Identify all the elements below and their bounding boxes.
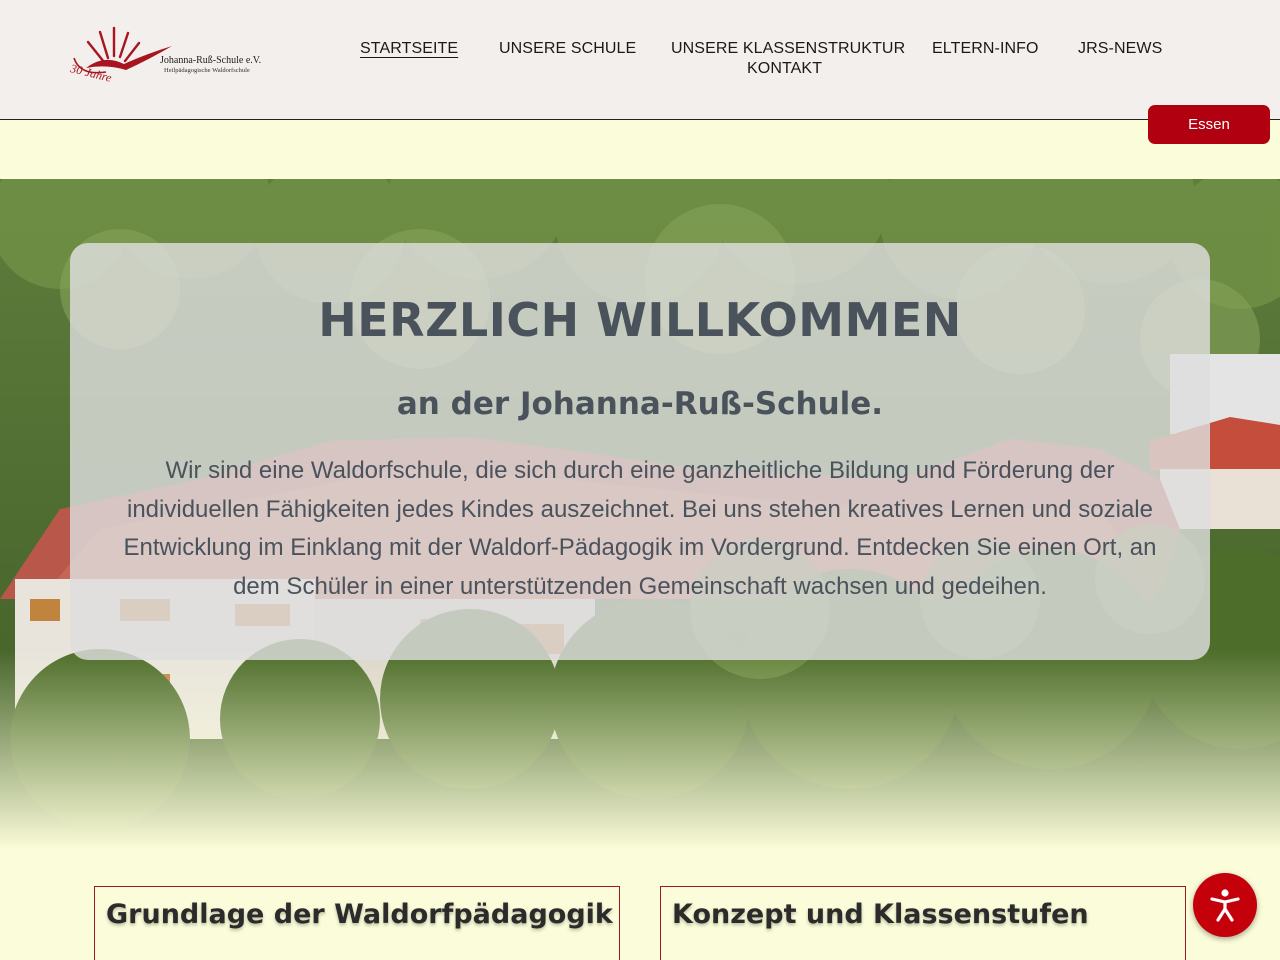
essen-button[interactable]: Essen: [1148, 105, 1270, 144]
nav-unsere-klassenstruktur[interactable]: UNSERE KLASSENSTRUKTUR: [671, 40, 905, 58]
site-header: Johanna-Ruß-Schule e.V. Heilpädagogische…: [0, 0, 1280, 120]
accessibility-icon: [1210, 889, 1240, 922]
nav-kontakt[interactable]: KONTAKT: [747, 60, 822, 78]
nav-eltern-info[interactable]: ELTERN-INFO: [932, 40, 1039, 58]
site-logo[interactable]: Johanna-Ruß-Schule e.V. Heilpädagogische…: [66, 24, 262, 98]
nav-jrs-news[interactable]: JRS-NEWS: [1078, 40, 1162, 58]
accessibility-button[interactable]: [1193, 873, 1257, 937]
welcome-subtitle: an der Johanna-Ruß-Schule.: [396, 386, 884, 422]
card-konzept[interactable]: Konzept und Klassenstufen: [660, 886, 1186, 960]
welcome-text: Wir sind eine Waldorfschule, die sich du…: [123, 457, 1157, 600]
welcome-title: HERZLICH WILLKOMMEN: [318, 293, 962, 347]
card-title: Grundlage der Waldorfpädagogik: [106, 899, 613, 930]
nav-unsere-schule[interactable]: UNSERE SCHULE: [499, 40, 636, 58]
logo-name: Johanna-Ruß-Schule e.V.: [160, 55, 262, 66]
card-grundlage[interactable]: Grundlage der Waldorfpädagogik: [94, 886, 620, 960]
card-title: Konzept und Klassenstufen: [672, 899, 1089, 930]
logo-subtitle: Heilpädagogische Waldorfschule: [164, 67, 250, 74]
nav-startseite[interactable]: STARTSEITE: [360, 40, 458, 58]
welcome-panel: HERZLICH WILLKOMMEN an der Johanna-Ruß-S…: [70, 243, 1210, 660]
